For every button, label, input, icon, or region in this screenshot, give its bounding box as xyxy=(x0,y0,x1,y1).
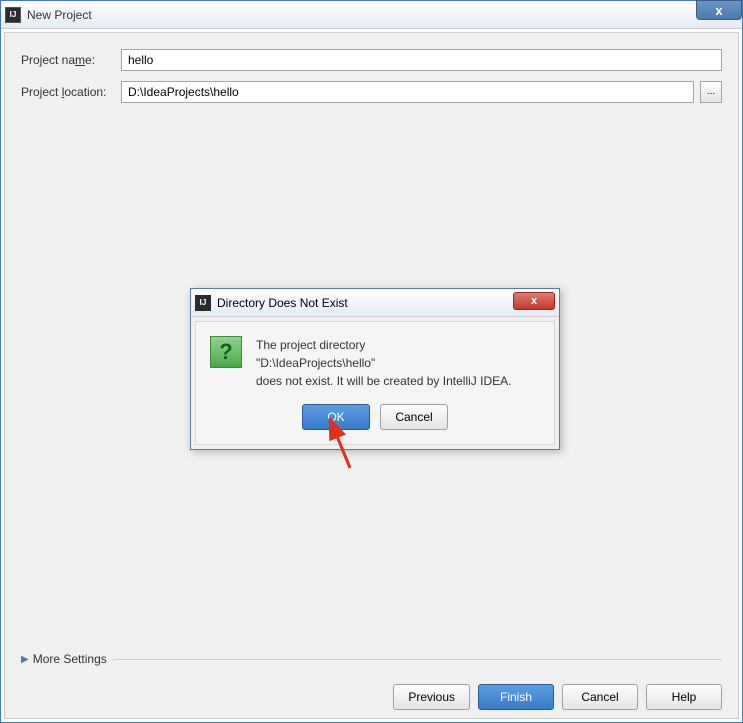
modal-line2: "D:\IdeaProjects\hello" xyxy=(256,354,511,372)
ok-button[interactable]: OK xyxy=(302,404,370,430)
project-location-label: Project location: xyxy=(21,85,121,99)
chevron-right-icon: ▶ xyxy=(21,654,29,665)
modal-cancel-button[interactable]: Cancel xyxy=(380,404,448,430)
modal-body: ? The project directory "D:\IdeaProjects… xyxy=(195,321,555,445)
project-name-row: Project name: xyxy=(21,49,722,71)
project-location-input[interactable] xyxy=(121,81,694,103)
question-icon: ? xyxy=(210,336,242,368)
modal-message: The project directory "D:\IdeaProjects\h… xyxy=(256,336,511,390)
divider xyxy=(113,659,722,660)
more-settings-label: More Settings xyxy=(33,652,107,666)
modal-titlebar: IJ Directory Does Not Exist x xyxy=(191,289,559,317)
window-close-button[interactable]: x xyxy=(696,0,742,20)
window-title: New Project xyxy=(27,8,92,22)
help-button[interactable]: Help xyxy=(646,684,722,710)
modal-buttons: OK Cancel xyxy=(210,404,540,430)
directory-not-exist-dialog: IJ Directory Does Not Exist x ? The proj… xyxy=(190,288,560,450)
cancel-button[interactable]: Cancel xyxy=(562,684,638,710)
modal-line3: does not exist. It will be created by In… xyxy=(256,372,511,390)
project-location-row: Project location: ... xyxy=(21,81,722,103)
more-settings-toggle[interactable]: ▶ More Settings xyxy=(21,652,722,666)
project-name-input[interactable] xyxy=(121,49,722,71)
footer-buttons: Previous Finish Cancel Help xyxy=(393,684,722,710)
modal-title: Directory Does Not Exist xyxy=(217,296,348,310)
modal-close-button[interactable]: x xyxy=(513,292,555,310)
finish-button[interactable]: Finish xyxy=(478,684,554,710)
titlebar: IJ New Project x xyxy=(1,1,742,29)
modal-content: ? The project directory "D:\IdeaProjects… xyxy=(210,336,540,390)
modal-line1: The project directory xyxy=(256,336,511,354)
modal-app-icon: IJ xyxy=(195,295,211,311)
app-icon: IJ xyxy=(5,7,21,23)
previous-button[interactable]: Previous xyxy=(393,684,470,710)
browse-button[interactable]: ... xyxy=(700,81,722,103)
project-name-label: Project name: xyxy=(21,53,121,67)
